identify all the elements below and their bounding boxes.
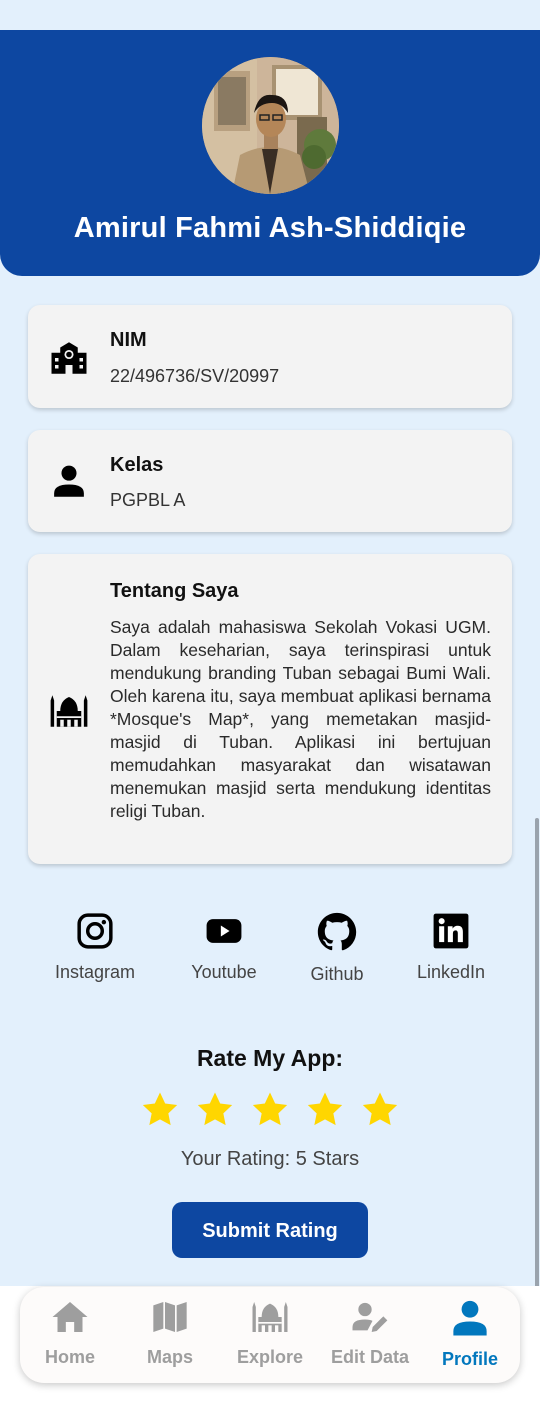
star-icon-5[interactable] — [360, 1090, 400, 1130]
profile-avatar — [202, 57, 339, 194]
about-text: Saya adalah mahasiswa Sekolah Vokasi UGM… — [110, 617, 491, 821]
map-icon — [153, 1302, 187, 1332]
instagram-link[interactable]: Instagram — [30, 912, 160, 983]
kelas-card: Kelas PGPBL A — [28, 430, 512, 532]
rate-title: Rate My App: — [196, 1045, 344, 1071]
nav-item-explore[interactable]: Explore — [220, 1297, 320, 1377]
profile-name: Amirul Fahmi Ash-Shiddiqie — [73, 212, 467, 244]
submit-rating-button[interactable]: Submit Rating — [172, 1202, 368, 1258]
bottom-nav: Home Maps Explore Edit Data Profile — [20, 1287, 520, 1383]
about-card: Tentang Saya Saya adalah mahasiswa Sekol… — [28, 554, 512, 864]
linkedin-link[interactable]: LinkedIn — [386, 912, 516, 983]
edit-user-icon — [352, 1302, 388, 1332]
kelas-title: Kelas — [110, 454, 164, 476]
linkedin-icon — [433, 913, 469, 949]
kelas-value: PGPBL A — [110, 490, 186, 510]
instagram-label: Instagram — [54, 962, 136, 982]
nav-label-maps: Maps — [146, 1347, 193, 1367]
linkedin-label: LinkedIn — [416, 962, 486, 982]
nav-label-explore: Explore — [236, 1347, 304, 1367]
mosque-icon — [50, 695, 88, 727]
nav-item-profile[interactable]: Profile — [420, 1297, 520, 1377]
nav-item-home[interactable]: Home — [20, 1297, 120, 1377]
github-icon — [317, 912, 357, 951]
about-title: Tentang Saya — [110, 580, 239, 602]
nav-item-maps[interactable]: Maps — [120, 1297, 220, 1377]
profile-header: Amirul Fahmi Ash-Shiddiqie — [0, 30, 540, 276]
home-icon — [52, 1302, 88, 1332]
rating-text: Your Rating: 5 Stars — [180, 1148, 360, 1170]
nav-label-edit-data: Edit Data — [330, 1347, 409, 1367]
instagram-icon — [77, 913, 113, 949]
star-icon-1[interactable] — [140, 1090, 180, 1130]
github-label: Github — [310, 964, 364, 984]
star-icon-4[interactable] — [305, 1090, 345, 1130]
star-icon-2[interactable] — [195, 1090, 235, 1130]
youtube-link[interactable]: Youtube — [159, 912, 289, 983]
nim-card: NIM 22/496736/SV/20997 — [28, 305, 512, 408]
profile-icon — [453, 1300, 487, 1336]
nav-label-home: Home — [44, 1347, 95, 1367]
mosque-icon — [252, 1302, 288, 1332]
avatar-photo — [202, 57, 339, 194]
star-icon-3[interactable] — [250, 1090, 290, 1130]
star-rating[interactable] — [140, 1090, 402, 1132]
person-icon — [54, 465, 84, 497]
school-building-icon — [51, 342, 87, 374]
youtube-icon — [206, 919, 242, 943]
nav-item-edit-data[interactable]: Edit Data — [320, 1297, 420, 1377]
github-link[interactable]: Github — [272, 912, 402, 985]
scrollbar[interactable] — [535, 818, 539, 1288]
nim-title: NIM — [110, 329, 147, 351]
nav-label-profile: Profile — [441, 1349, 498, 1369]
nim-value: 22/496736/SV/20997 — [110, 366, 280, 386]
youtube-label: Youtube — [191, 962, 257, 982]
